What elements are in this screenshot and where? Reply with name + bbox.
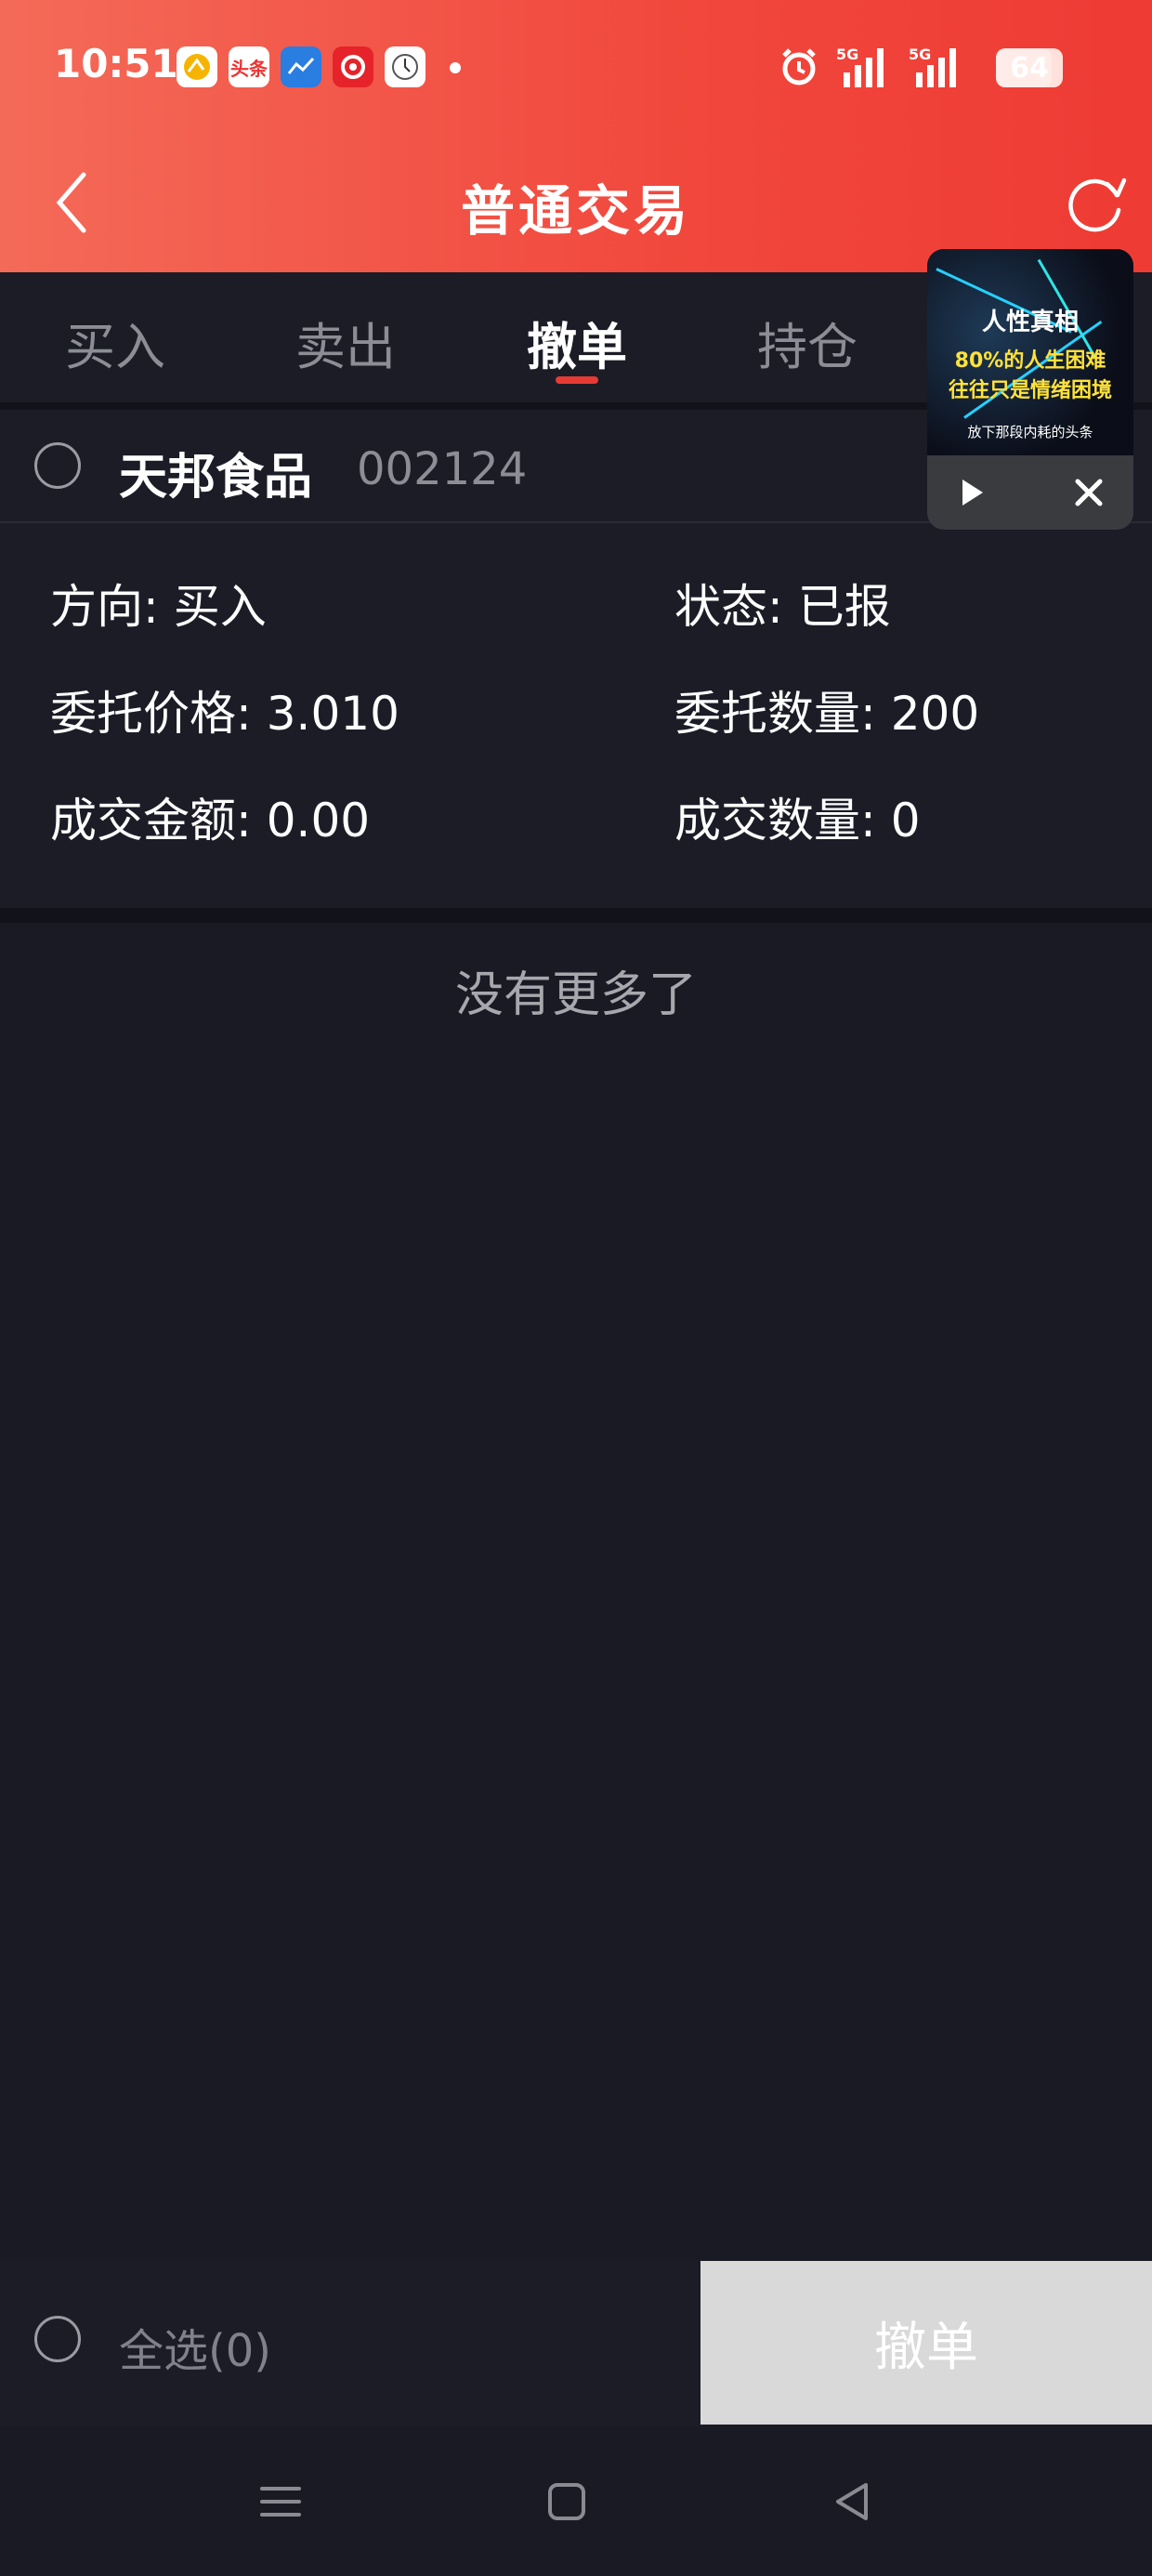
chart-app-notification-icon [281, 46, 321, 87]
back-nav-button[interactable] [825, 2474, 881, 2530]
divider [0, 908, 1152, 923]
order-select-radio[interactable] [34, 442, 81, 489]
home-nav-button[interactable] [539, 2474, 595, 2530]
triangle-back-icon [836, 2483, 868, 2520]
stock-code: 002124 [357, 443, 528, 495]
play-icon[interactable] [955, 476, 988, 509]
ad-line-4: 放下那段内耗的头条 [967, 424, 1093, 440]
signal-5g-icon-2: 5G [909, 45, 968, 95]
page-title: 普通交易 [460, 179, 691, 243]
order-status: 状态: 已报 [674, 580, 891, 634]
app-header: 10:51 头条 5G 5G 64 普通交易 [0, 0, 1152, 272]
cancel-order-button[interactable]: 撤单 [700, 2261, 1152, 2425]
home-square-icon [548, 2483, 585, 2520]
tab-sell[interactable]: 卖出 [281, 306, 411, 379]
system-nav-bar [0, 2427, 1152, 2576]
active-tab-indicator [556, 376, 598, 384]
signal-5g-icon: 5G [836, 45, 896, 95]
select-all-label[interactable]: 全选(0) [119, 2314, 271, 2379]
video-thumbnail[interactable]: 人性真相 80%的人生困难 往往只是情绪困境 放下那段内耗的头条 [927, 249, 1133, 455]
status-bar: 10:51 头条 5G 5G 64 [0, 0, 1152, 139]
no-more-text: 没有更多了 [454, 967, 697, 1023]
filled-amount: 成交金额: 0.00 [50, 794, 371, 848]
order-price: 委托价格: 3.010 [50, 687, 399, 741]
tab-buy[interactable]: 买入 [50, 306, 180, 379]
order-quantity: 委托数量: 200 [674, 687, 980, 741]
more-notifications-dot [450, 62, 461, 73]
battery-level: 64 [1010, 51, 1049, 85]
alarm-icon [777, 45, 821, 93]
filled-quantity: 成交数量: 0 [674, 794, 921, 848]
refresh-button[interactable] [1059, 167, 1133, 242]
stock-name: 天邦食品 [119, 450, 313, 506]
menu-icon [260, 2487, 301, 2517]
battery-indicator: 64 [996, 48, 1063, 87]
finance-app-notification-icon [333, 46, 373, 87]
menu-nav-button[interactable] [253, 2474, 308, 2530]
tab-cancel-order[interactable]: 撤单 [512, 306, 642, 379]
select-all-radio[interactable] [34, 2316, 81, 2362]
close-icon[interactable] [1072, 476, 1106, 509]
svg-text:5G: 5G [836, 46, 858, 63]
order-direction: 方向: 买入 [50, 580, 267, 634]
floating-video-player[interactable]: 人性真相 80%的人生困难 往往只是情绪困境 放下那段内耗的头条 [927, 249, 1133, 530]
order-details: 方向: 买入 状态: 已报 委托价格: 3.010 委托数量: 200 成交金额… [0, 523, 1152, 908]
clock-app-notification-icon [385, 46, 425, 87]
ad-headline: 人性真相 [981, 309, 1079, 336]
toutiao-notification-icon: 头条 [229, 46, 269, 87]
video-controls [927, 455, 1133, 530]
ad-line-2: 80%的人生困难 [954, 349, 1106, 373]
refresh-icon [1068, 177, 1127, 232]
app-notification-icon [177, 46, 217, 87]
ad-line-3: 往往只是情绪困境 [948, 379, 1112, 402]
status-time: 10:51 [54, 41, 178, 86]
tab-positions[interactable]: 持仓 [742, 306, 872, 379]
svg-text:5G: 5G [909, 46, 931, 63]
